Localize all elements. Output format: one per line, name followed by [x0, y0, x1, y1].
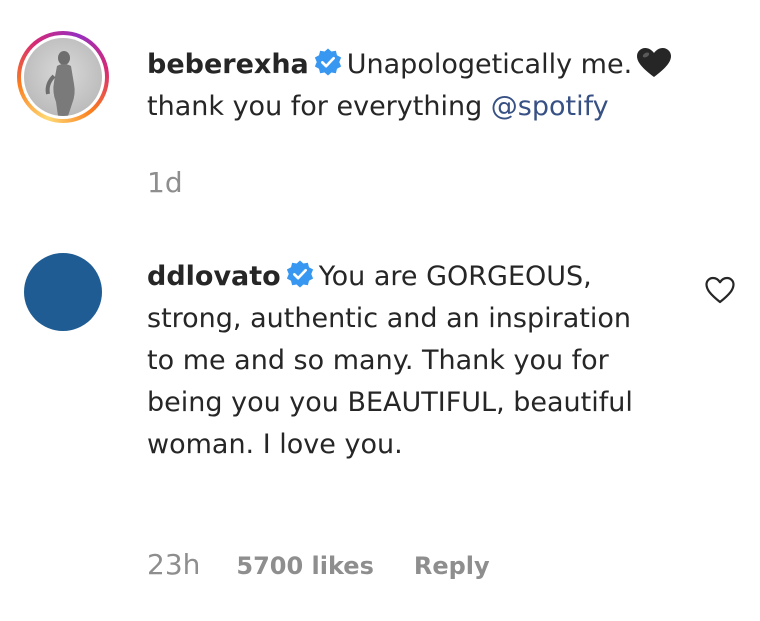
avatar-silhouette-icon	[45, 51, 75, 116]
reply-button[interactable]: Reply	[414, 552, 490, 580]
caption-comment: beberexha Unapologetically me. thank you…	[147, 44, 737, 128]
verified-badge-icon	[286, 260, 313, 288]
caption-text-line1: Unapologetically me.	[346, 49, 633, 80]
black-heart-emoji-icon	[637, 48, 672, 77]
caption-username[interactable]: beberexha	[147, 49, 309, 80]
heart-outline-icon[interactable]	[704, 274, 736, 306]
reply-avatar[interactable]	[24, 253, 102, 331]
verified-badge-icon	[314, 48, 341, 76]
caption-timestamp[interactable]: 1d	[147, 166, 183, 199]
reply-comment: ddlovato You are GORGEOUS, strong, authe…	[147, 256, 657, 466]
caption-text-line2: thank you for everything	[147, 91, 491, 122]
caption-avatar[interactable]	[17, 31, 109, 123]
reply-meta-row: 23h 5700 likes Reply	[147, 548, 490, 581]
avatar-photo	[24, 38, 102, 116]
reply-username[interactable]: ddlovato	[147, 261, 281, 292]
likes-count[interactable]: 5700 likes	[236, 552, 373, 580]
reply-timestamp[interactable]: 23h	[147, 548, 200, 581]
mention-link[interactable]: @spotify	[491, 91, 609, 122]
